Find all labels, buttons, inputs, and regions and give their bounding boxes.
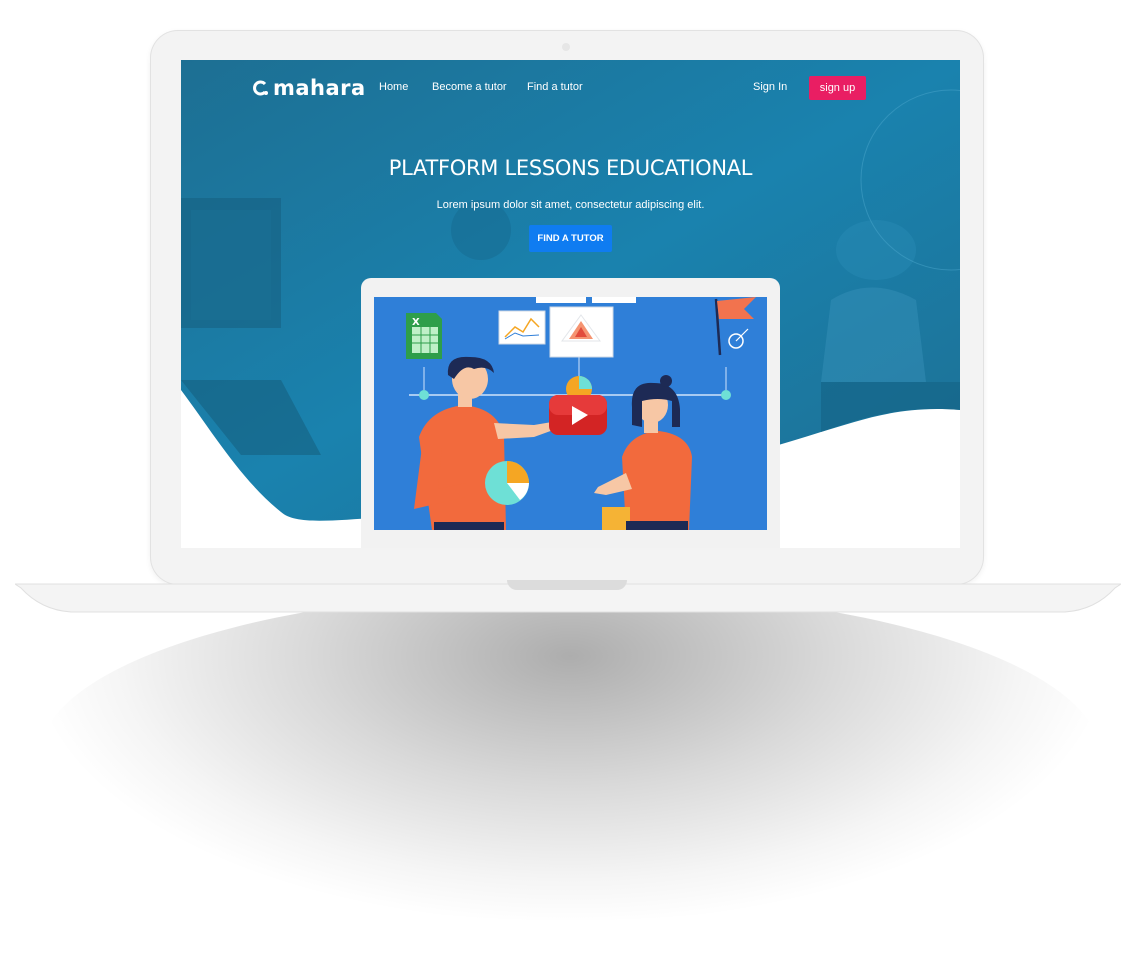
radar-chart-icon [549,306,614,358]
target-icon [728,328,749,349]
hero-illustration: X [374,297,767,530]
laptop-notch [507,580,627,590]
nav-find-tutor-link[interactable]: Find a tutor [527,81,583,93]
camera-dot [562,43,570,51]
man-figure [414,356,556,530]
top-nav: mahara Home Become a tutor Find a tutor … [181,60,960,118]
brand-name: mahara [273,76,366,100]
woman-figure [594,375,692,530]
find-tutor-button[interactable]: FIND A TUTOR [529,225,612,252]
hero-subtitle: Lorem ipsum dolor sit amet, consectetur … [436,199,705,211]
sign-up-button[interactable]: sign up [809,76,866,100]
hero-title: PLATFORM LESSONS EDUCATIONAL [388,156,753,180]
spreadsheet-icon: X [406,313,442,359]
svg-text:X: X [412,317,420,328]
nav-home-link[interactable]: Home [379,81,408,93]
laptop-screen: mahara Home Become a tutor Find a tutor … [181,60,960,548]
play-button-icon [549,395,607,435]
line-chart-icon [498,310,546,345]
device-shadow [40,590,1100,920]
pie-chart-icon [485,461,529,505]
flag-icon [714,297,756,356]
brand-logo[interactable]: mahara [253,76,366,100]
logo-mark-icon [253,80,268,96]
nav-become-tutor-link[interactable]: Become a tutor [432,81,507,93]
sign-in-link[interactable]: Sign In [753,81,787,93]
